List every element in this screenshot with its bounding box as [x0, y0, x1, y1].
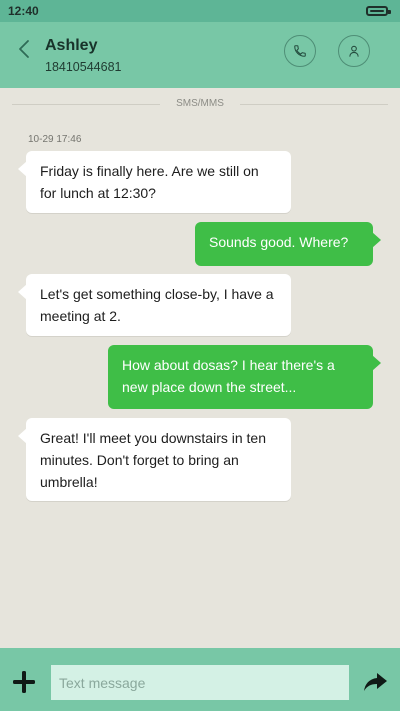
contact-name: Ashley	[45, 37, 98, 54]
plus-icon	[13, 671, 35, 693]
status-time: 12:40	[8, 4, 39, 18]
message-input[interactable]	[51, 665, 349, 700]
contact-info-button[interactable]	[338, 35, 370, 67]
message-bubble-incoming[interactable]: Great! I'll meet you downstairs in ten m…	[18, 418, 291, 501]
message-timestamp: 10-29 17:46	[28, 134, 82, 145]
battery-icon	[366, 6, 391, 16]
message-list[interactable]: SMS/MMS 10-29 17:46 Friday is finally he…	[0, 88, 400, 648]
contact-number: 18410544681	[45, 60, 122, 74]
add-attachment-button[interactable]	[12, 670, 36, 694]
back-arrow-icon[interactable]	[14, 38, 36, 60]
send-button[interactable]	[362, 669, 388, 695]
send-arrow-icon	[364, 673, 387, 691]
person-icon	[349, 45, 359, 57]
conversation-header: Ashley 18410544681	[0, 22, 400, 88]
status-bar: 12:40	[0, 0, 400, 22]
channel-label-text: SMS/MMS	[176, 98, 224, 109]
message-bubble-incoming[interactable]: Friday is finally here. Are we still on …	[18, 151, 291, 213]
message-bubble-outgoing[interactable]: How about dosas? I hear there's a new pl…	[108, 345, 381, 409]
message-composer	[0, 648, 400, 711]
phone-icon	[294, 45, 306, 57]
call-button[interactable]	[284, 35, 316, 67]
messaging-app: 12:40 Ashley 18410544681 SMS/MMS 10-29 1…	[0, 0, 400, 711]
message-bubble-outgoing[interactable]: Sounds good. Where?	[195, 222, 381, 266]
message-bubble-incoming[interactable]: Let's get something close-by, I have a m…	[18, 274, 291, 336]
channel-label: SMS/MMS	[0, 98, 400, 109]
